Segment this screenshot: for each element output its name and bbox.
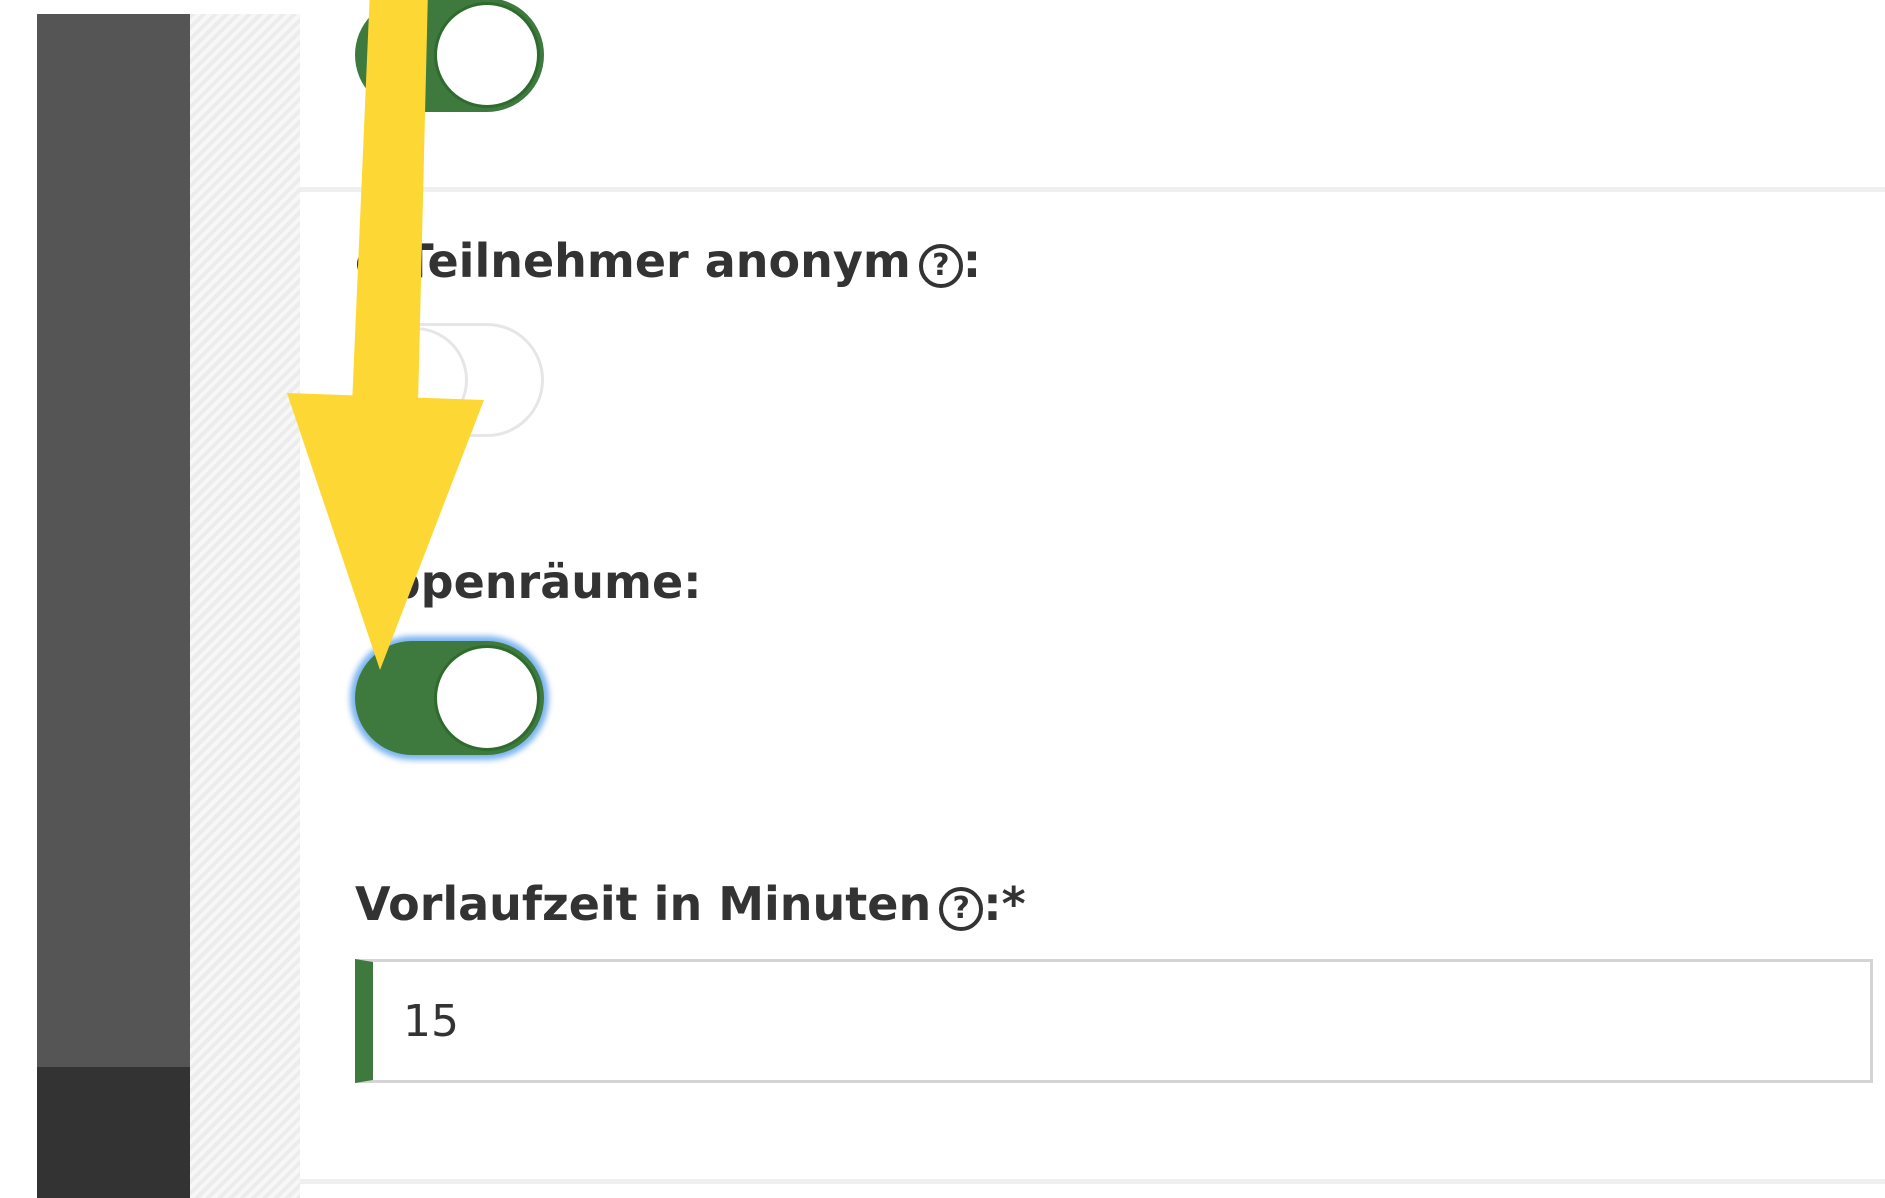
toggle-knob	[362, 327, 468, 433]
lead-time-input[interactable]	[373, 962, 1870, 1080]
help-icon[interactable]: ?	[939, 887, 984, 931]
required-marker: :*	[983, 877, 1026, 931]
hatched-gutter	[190, 14, 300, 1198]
toggle-knob	[434, 645, 540, 751]
anonymous-participants-toggle[interactable]	[355, 323, 544, 437]
screen-edge	[0, 0, 37, 1198]
label-colon: :	[962, 234, 982, 288]
lead-time-label-text: Vorlaufzeit in Minuten	[355, 877, 932, 931]
anonymous-label-text: e Teilnehmer anonym	[355, 234, 911, 288]
top-toggle-switch[interactable]	[355, 0, 544, 112]
section-divider	[300, 187, 1885, 192]
sidebar-panel	[37, 14, 190, 1198]
anonymous-participants-label: e Teilnehmer anonym?:	[355, 234, 981, 288]
toggle-knob	[434, 2, 540, 108]
section-divider	[300, 1179, 1885, 1184]
breakout-rooms-toggle[interactable]	[355, 641, 544, 755]
lead-time-label: Vorlaufzeit in Minuten?:*	[355, 877, 1026, 931]
sidebar-footer	[37, 1067, 190, 1198]
lead-time-input-wrapper	[355, 959, 1873, 1083]
breakout-label-text: uppenräume:	[355, 555, 702, 609]
help-icon[interactable]: ?	[918, 244, 963, 288]
breakout-rooms-label: uppenräume:	[355, 555, 702, 609]
